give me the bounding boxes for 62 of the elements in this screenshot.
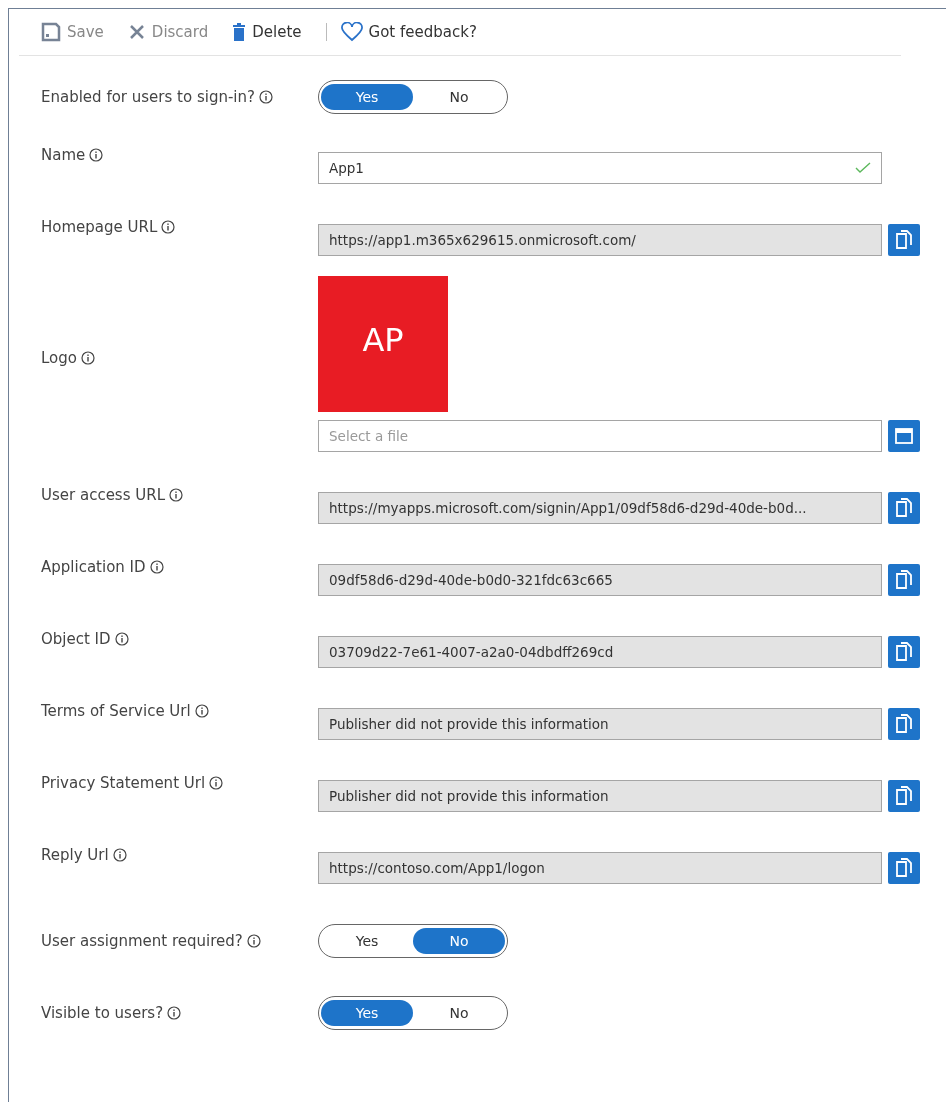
info-icon[interactable] xyxy=(209,776,224,791)
read-only-field[interactable]: https://app1.m365x629615.onmicrosoft.com/ xyxy=(318,224,882,256)
copy-button[interactable] xyxy=(888,636,920,668)
field-label: Application ID xyxy=(41,557,146,578)
copy-button[interactable] xyxy=(888,852,920,884)
info-icon[interactable] xyxy=(246,934,261,948)
copy-button[interactable] xyxy=(888,564,920,596)
toggle-option[interactable]: Yes xyxy=(321,84,413,110)
save-icon xyxy=(41,22,61,42)
read-only-field[interactable]: 09df58d6-d29d-40de-b0d0-321fdc63c665 xyxy=(318,564,882,596)
field-label: Terms of Service Url xyxy=(41,701,191,722)
trash-icon xyxy=(232,22,247,42)
copy-icon xyxy=(895,858,913,878)
feedback-button[interactable]: Got feedback? xyxy=(340,20,477,44)
copy-button[interactable] xyxy=(888,224,920,256)
info-icon[interactable] xyxy=(112,848,127,863)
field-label: Homepage URL xyxy=(41,217,158,238)
field-label: Privacy Statement Url xyxy=(41,773,206,794)
copy-icon xyxy=(895,642,913,662)
info-icon[interactable] xyxy=(161,220,176,235)
toggle-option[interactable]: No xyxy=(413,84,505,110)
copy-icon xyxy=(895,714,913,734)
info-icon[interactable] xyxy=(149,560,164,575)
copy-icon xyxy=(895,230,913,250)
copy-button[interactable] xyxy=(888,492,920,524)
info-icon[interactable] xyxy=(89,148,104,163)
copy-button[interactable] xyxy=(888,708,920,740)
input-field[interactable]: App1 xyxy=(318,152,882,184)
field-label: Visible to users? xyxy=(41,1002,164,1024)
file-input-field[interactable]: Select a file xyxy=(318,420,882,452)
folder-icon xyxy=(895,428,913,444)
app-logo: AP xyxy=(318,276,448,412)
field-label: Enabled for users to sign-in? xyxy=(41,86,255,108)
toggle-option[interactable]: Yes xyxy=(321,1000,413,1026)
read-only-field[interactable]: https://myapps.microsoft.com/signin/App1/09df58d6-d29d-40de-b0d... xyxy=(318,492,882,524)
field-label: User assignment required? xyxy=(41,930,243,952)
info-icon[interactable] xyxy=(194,704,209,719)
field-label: Object ID xyxy=(41,629,111,650)
toggle-option[interactable]: No xyxy=(413,1000,505,1026)
toggle-option[interactable]: No xyxy=(413,928,505,954)
browse-button[interactable] xyxy=(888,420,920,452)
toggle-option[interactable]: Yes xyxy=(321,928,413,954)
field-label: Logo xyxy=(41,347,77,369)
read-only-field[interactable]: https://contoso.com/App1/logon xyxy=(318,852,882,884)
heart-icon xyxy=(340,22,363,42)
field-label: Reply Url xyxy=(41,845,109,866)
info-icon[interactable] xyxy=(81,351,95,365)
copy-button[interactable] xyxy=(888,780,920,812)
info-icon[interactable] xyxy=(258,90,273,104)
info-icon[interactable] xyxy=(167,1006,182,1020)
field-label: User access URL xyxy=(41,485,166,506)
copy-icon xyxy=(895,570,913,590)
copy-icon xyxy=(895,498,913,518)
read-only-field[interactable]: Publisher did not provide this information xyxy=(318,780,882,812)
read-only-field[interactable]: Publisher did not provide this information xyxy=(318,708,882,740)
delete-button[interactable]: Delete xyxy=(232,20,302,44)
field-label: Name xyxy=(41,145,86,166)
info-icon[interactable] xyxy=(169,488,184,503)
info-icon[interactable] xyxy=(114,632,129,647)
close-icon xyxy=(127,23,146,41)
read-only-field[interactable]: 03709d22-7e61-4007-a2a0-04dbdff269cd xyxy=(318,636,882,668)
copy-icon xyxy=(895,786,913,806)
